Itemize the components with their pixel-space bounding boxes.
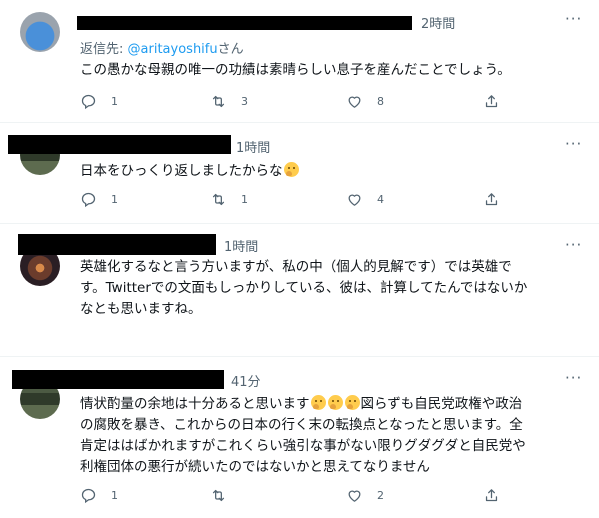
tweet-actions: 1 3 8 bbox=[80, 93, 575, 113]
tweet-text-line: 情状酌量の余地は十分あると思います 図らずも自民党政権や政治 bbox=[80, 394, 575, 415]
share-icon bbox=[485, 95, 498, 108]
like-button[interactable]: 4 bbox=[346, 191, 384, 208]
tweet-1[interactable]: 2時間 ··· 返信先: @aritayoshifuさん この愚かな母親の唯一の… bbox=[0, 0, 599, 123]
tweet-text-line: 肯定ははばかれますがこれくらい強引な事がない限りグダグダと自民党や bbox=[80, 438, 526, 454]
like-count: 2 bbox=[377, 489, 384, 502]
tweet-actions: 1 2 bbox=[80, 487, 575, 507]
more-icon[interactable]: ··· bbox=[565, 236, 582, 254]
tweet-time[interactable]: 1時間 bbox=[224, 236, 258, 255]
reply-count: 1 bbox=[111, 193, 118, 206]
tweet-2[interactable]: 1時間 ··· 日本をひっくり返しましたからな 1 1 4 bbox=[0, 123, 599, 224]
reply-icon bbox=[81, 192, 96, 208]
thinking-face-emoji bbox=[327, 395, 343, 410]
tweet-text-line: 利権団体の悪行が続いたのではないかと思えてなりません bbox=[80, 459, 430, 475]
reply-prefix: 返信先: bbox=[80, 42, 124, 57]
tweet-text-line: の腐敗を暴き、これからの日本の行く末の転換点となったと思います。全 bbox=[80, 417, 523, 433]
avatar[interactable] bbox=[20, 12, 60, 52]
tweet-time[interactable]: 2時間 bbox=[421, 13, 455, 32]
reply-button[interactable]: 1 bbox=[80, 191, 118, 208]
redacted-username bbox=[77, 16, 412, 30]
share-icon bbox=[485, 193, 498, 206]
reply-icon bbox=[81, 488, 96, 504]
like-button[interactable]: 2 bbox=[346, 487, 384, 504]
reply-button[interactable]: 1 bbox=[80, 93, 118, 110]
more-icon[interactable]: ··· bbox=[565, 10, 582, 28]
like-icon bbox=[348, 96, 361, 108]
tweet-time[interactable]: 41分 bbox=[231, 371, 261, 390]
retweet-button[interactable] bbox=[210, 487, 241, 504]
reply-count: 1 bbox=[111, 95, 118, 108]
like-icon bbox=[348, 490, 361, 502]
reply-count: 1 bbox=[111, 489, 118, 502]
retweet-icon bbox=[212, 95, 225, 108]
like-count: 4 bbox=[377, 193, 384, 206]
retweet-icon bbox=[212, 193, 225, 206]
tweet-text-line: なとも思いますね。 bbox=[80, 301, 202, 317]
tweet-actions: 1 1 4 bbox=[80, 191, 575, 211]
reply-button[interactable]: 1 bbox=[80, 487, 118, 504]
share-icon bbox=[485, 489, 498, 502]
tweet-text-segment: 情状酌量の余地は十分あると思います bbox=[80, 396, 310, 412]
thinking-face-emoji bbox=[310, 395, 326, 410]
redacted-username bbox=[8, 135, 231, 154]
share-button[interactable] bbox=[483, 93, 500, 110]
more-icon[interactable]: ··· bbox=[565, 135, 582, 153]
tweet-text: 英雄化するなと言う方いますが、私の中（個人的見解です）では英雄で す。Twitt… bbox=[80, 257, 575, 320]
reply-handle-link[interactable]: @aritayoshifu bbox=[128, 42, 218, 57]
tweet-text-segment: 図らずも自民党政権や政治 bbox=[360, 396, 523, 412]
tweet-3[interactable]: 1時間 ··· 英雄化するなと言う方いますが、私の中（個人的見解です）では英雄で… bbox=[0, 224, 599, 357]
tweet-4[interactable]: 41分 ··· 情状酌量の余地は十分あると思います 図らずも自民党政権や政治 の腐… bbox=[0, 357, 599, 518]
more-icon[interactable]: ··· bbox=[565, 369, 582, 387]
reply-icon bbox=[81, 94, 96, 110]
tweet-text: 日本をひっくり返しましたからな bbox=[80, 161, 575, 182]
retweet-count: 1 bbox=[241, 193, 248, 206]
like-button[interactable]: 8 bbox=[346, 93, 384, 110]
tweet-text-line: す。Twitterでの文面もしっかりしている、彼は、計算してたんではないか bbox=[80, 280, 528, 296]
redacted-username bbox=[12, 370, 224, 389]
tweet-text: この愚かな母親の唯一の功績は素晴らしい息子を産んだことでしょう。 bbox=[80, 62, 511, 78]
redacted-username bbox=[18, 234, 216, 255]
tweet-text: 情状酌量の余地は十分あると思います 図らずも自民党政権や政治 の腐敗を暴き、これか… bbox=[80, 394, 575, 478]
share-button[interactable] bbox=[483, 487, 500, 504]
tweet-text-line: 英雄化するなと言う方いますが、私の中（個人的見解です）では英雄で bbox=[80, 259, 512, 275]
retweet-icon bbox=[212, 489, 225, 502]
thinking-face-emoji bbox=[283, 162, 299, 177]
tweet-time[interactable]: 1時間 bbox=[236, 137, 270, 156]
retweet-count: 3 bbox=[241, 95, 248, 108]
like-count: 8 bbox=[377, 95, 384, 108]
reply-suffix: さん bbox=[217, 42, 244, 57]
retweet-button[interactable]: 3 bbox=[210, 93, 248, 110]
like-icon bbox=[348, 194, 361, 206]
reply-to-line: 返信先: @aritayoshifuさん bbox=[80, 38, 244, 57]
thinking-face-emoji bbox=[344, 395, 360, 410]
tweet-text-body: 日本をひっくり返しましたからな bbox=[80, 163, 283, 179]
retweet-button[interactable]: 1 bbox=[210, 191, 248, 208]
share-button[interactable] bbox=[483, 191, 500, 208]
